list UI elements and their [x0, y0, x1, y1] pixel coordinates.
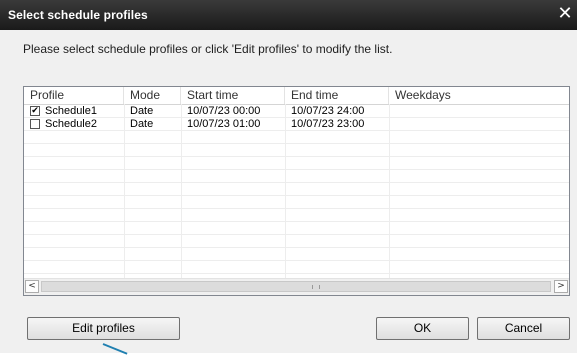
- select-schedule-profiles-dialog: Select schedule profiles ✕ Please select…: [0, 0, 577, 355]
- end-time-cell: 10/07/23 24:00: [291, 105, 365, 117]
- scrollbar-thumb[interactable]: [41, 281, 551, 292]
- column-header-start-time[interactable]: Start time: [181, 87, 285, 104]
- profiles-list[interactable]: Profile Mode Start time End time Weekday…: [23, 86, 570, 296]
- ok-button[interactable]: OK: [376, 317, 469, 340]
- row-divider: [24, 208, 569, 209]
- start-time-cell: 10/07/23 01:00: [187, 118, 261, 130]
- column-header-end-time[interactable]: End time: [285, 87, 389, 104]
- weekdays-cell: [389, 105, 569, 117]
- start-time-cell: 10/07/23 00:00: [187, 105, 261, 117]
- row-divider: [24, 195, 569, 196]
- horizontal-scrollbar[interactable]: < >: [24, 278, 569, 295]
- row-divider: [24, 260, 569, 261]
- row-divider: [24, 247, 569, 248]
- column-header-profile[interactable]: Profile: [24, 87, 124, 104]
- row-divider: [24, 182, 569, 183]
- scroll-left-icon[interactable]: <: [25, 280, 39, 293]
- mode-cell: Date: [130, 118, 154, 130]
- instruction-text: Please select schedule profiles or click…: [23, 42, 393, 56]
- cancel-button[interactable]: Cancel: [477, 317, 570, 340]
- table-row[interactable]: Schedule2 Date 10/07/23 01:00 10/07/23 2…: [24, 118, 569, 130]
- table-row[interactable]: ✔ Schedule1 Date 10/07/23 00:00 10/07/23…: [24, 105, 569, 117]
- row-divider: [24, 130, 569, 131]
- row-divider: [24, 234, 569, 235]
- edit-profiles-button[interactable]: Edit profiles: [27, 317, 180, 340]
- profile-name: Schedule1: [45, 105, 97, 117]
- weekdays-cell: [389, 118, 569, 130]
- row-divider: [24, 143, 569, 144]
- grip-icon: [312, 285, 320, 289]
- close-icon[interactable]: ✕: [555, 4, 575, 24]
- row-divider: [24, 169, 569, 170]
- row-divider: [24, 221, 569, 222]
- window-title: Select schedule profiles: [8, 8, 148, 22]
- scroll-right-icon[interactable]: >: [554, 280, 568, 293]
- mode-cell: Date: [130, 105, 154, 117]
- column-header-mode[interactable]: Mode: [124, 87, 181, 104]
- list-header: Profile Mode Start time End time Weekday…: [24, 87, 569, 105]
- title-bar: Select schedule profiles ✕: [0, 0, 577, 30]
- row-divider: [24, 156, 569, 157]
- end-time-cell: 10/07/23 23:00: [291, 118, 365, 130]
- column-header-weekdays[interactable]: Weekdays: [389, 87, 569, 104]
- profile-name: Schedule2: [45, 118, 97, 130]
- row-divider: [24, 273, 569, 274]
